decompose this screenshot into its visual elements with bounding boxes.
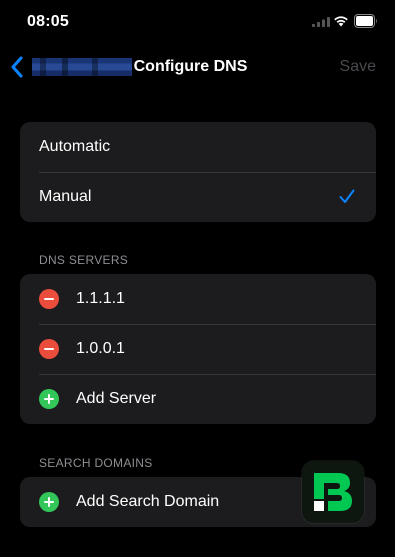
wifi-icon [334, 16, 348, 27]
save-button[interactable]: Save [340, 58, 376, 76]
dns-mode-group: Automatic Manual [20, 122, 376, 222]
dns-servers-header: DNS SERVERS [39, 253, 129, 267]
add-server-icon[interactable] [39, 389, 59, 409]
watermark-logo-icon [302, 461, 364, 523]
navigation-bar: Configure DNS Save [0, 44, 395, 90]
dns-server-address[interactable]: 1.0.0.1 [76, 340, 125, 358]
mode-option-label: Automatic [39, 138, 111, 155]
add-search-domain-label: Add Search Domain [76, 493, 220, 510]
cellular-signal-icon [312, 17, 330, 27]
mode-option-label: Manual [39, 188, 92, 205]
page-title: Configure DNS [0, 58, 395, 76]
page-title-text: Configure DNS [133, 58, 248, 75]
status-time: 08:05 [27, 13, 69, 30]
checkmark-icon [339, 189, 355, 203]
dns-servers-group: 1.1.1.1 1.0.0.1 Add Server [20, 274, 376, 424]
status-bar: 08:05 [0, 0, 395, 44]
mode-option-manual[interactable]: Manual [20, 172, 376, 222]
add-search-domain-icon[interactable] [39, 492, 59, 512]
dns-server-row[interactable]: 1.0.0.1 [20, 324, 376, 374]
add-server-label: Add Server [76, 390, 157, 407]
add-server-row[interactable]: Add Server [20, 374, 376, 424]
remove-server-icon[interactable] [39, 339, 59, 359]
remove-server-icon[interactable] [39, 289, 59, 309]
battery-icon [354, 14, 377, 28]
dns-server-row[interactable]: 1.1.1.1 [20, 274, 376, 324]
dns-server-address[interactable]: 1.1.1.1 [76, 290, 125, 308]
mode-option-automatic[interactable]: Automatic [20, 122, 376, 172]
search-domains-header: SEARCH DOMAINS [39, 456, 153, 470]
configure-dns-screen: 08:05 Configure DNS Save Automatic Manua… [0, 0, 395, 557]
